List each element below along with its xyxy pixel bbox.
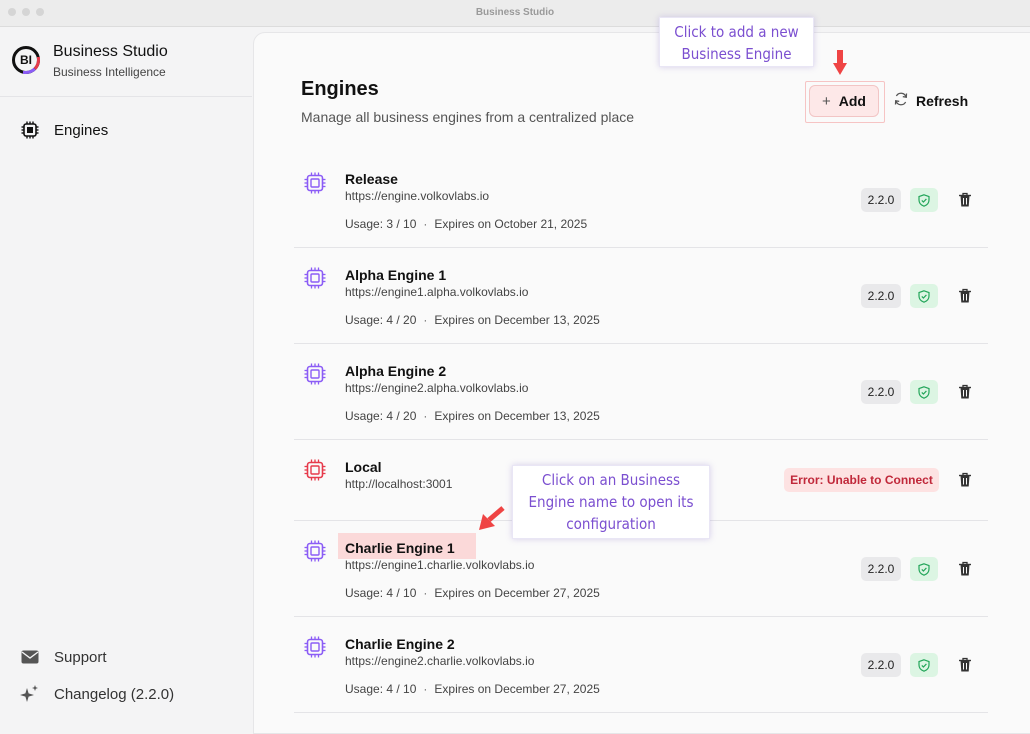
- expiry-text: Expires on December 13, 2025: [434, 313, 600, 327]
- sidebar-divider: [0, 96, 252, 97]
- usage-text: Usage: 4 / 20: [345, 313, 417, 327]
- page-subtitle: Manage all business engines from a centr…: [301, 109, 635, 125]
- usage-text: Usage: 3 / 10: [345, 217, 417, 231]
- sidebar-item-label: Changelog (2.2.0): [54, 685, 175, 703]
- version-badge: 2.2.0: [861, 653, 901, 677]
- usage-text: Usage: 4 / 20: [345, 409, 417, 423]
- sidebar-item-support[interactable]: Support: [20, 645, 107, 669]
- engine-name-link[interactable]: Alpha Engine 2: [345, 363, 446, 379]
- shield-check-icon: [918, 562, 930, 576]
- trash-icon[interactable]: [958, 472, 972, 488]
- refresh-icon: [894, 92, 908, 110]
- expiry-text: Expires on December 27, 2025: [434, 682, 600, 696]
- title-bar: Business Studio: [0, 0, 1030, 27]
- engine-url: https://engine1.alpha.volkovlabs.io: [345, 285, 529, 299]
- status-badge: [910, 557, 938, 581]
- chip-icon: [304, 172, 326, 194]
- engine-usage: Usage: 4 / 10 · Expires on December 27, 20…: [345, 682, 600, 696]
- version-badge: 2.2.0: [861, 557, 901, 581]
- status-badge: [910, 188, 938, 212]
- sidebar: BI Business Studio Business Intelligence…: [0, 27, 252, 724]
- engine-name-link[interactable]: Alpha Engine 1: [345, 267, 446, 283]
- engine-url: https://engine2.charlie.volkovlabs.io: [345, 654, 535, 668]
- brand-logo: BI: [12, 46, 40, 74]
- engine-name-callout: Click on an Business Engine name to open…: [512, 465, 710, 539]
- shield-check-icon: [918, 289, 930, 303]
- page-title: Engines: [301, 78, 379, 100]
- engine-usage: Usage: 4 / 10 · Expires on December 27, 20…: [345, 586, 600, 600]
- engine-url: https://engine.volkovlabs.io: [345, 189, 490, 203]
- expiry-text: Expires on October 21, 2025: [434, 217, 588, 231]
- sidebar-item-label: Engines: [54, 121, 109, 139]
- add-engine-callout: Click to add a new Business Engine: [659, 17, 814, 67]
- engine-url: https://engine1.charlie.volkovlabs.io: [345, 558, 535, 572]
- brand-subtitle: Business Intelligence: [53, 65, 166, 79]
- chip-icon: [304, 459, 326, 481]
- brand-name: Business Studio: [53, 43, 168, 60]
- engine-card: Alpha Engine 2 https://engine2.alpha.vol…: [294, 343, 988, 440]
- version-badge: 2.2.0: [861, 188, 901, 212]
- chip-icon: [304, 363, 326, 385]
- plus-icon: +: [822, 92, 831, 110]
- version-badge: 2.2.0: [861, 284, 901, 308]
- callout-line: Click to add a new: [674, 23, 799, 41]
- trash-icon[interactable]: [958, 561, 972, 577]
- expiry-text: Expires on December 13, 2025: [434, 409, 600, 423]
- refresh-button-label: Refresh: [916, 93, 969, 109]
- callout-line: Click on an Business: [541, 471, 681, 489]
- shield-check-icon: [918, 385, 930, 399]
- add-button-label: Add: [838, 93, 866, 109]
- shield-check-icon: [918, 193, 930, 207]
- chip-icon: [304, 540, 326, 562]
- usage-text: Usage: 4 / 10: [345, 682, 417, 696]
- engine-name-link[interactable]: Release: [345, 171, 398, 187]
- arrow-down-icon: [833, 50, 847, 75]
- trash-icon[interactable]: [958, 288, 972, 304]
- expiry-text: Expires on December 27, 2025: [434, 586, 600, 600]
- engine-url: http://localhost:3001: [345, 477, 453, 491]
- callout-line: Engine name to open its: [528, 493, 694, 511]
- engine-card: Release https://engine.volkovlabs.io Usa…: [294, 139, 988, 248]
- sidebar-item-changelog[interactable]: Changelog (2.2.0): [20, 682, 174, 706]
- window-title: Business Studio: [475, 7, 555, 18]
- engine-card: Charlie Engine 2 https://engine2.charlie…: [294, 616, 988, 713]
- chip-icon: [304, 267, 326, 289]
- error-badge: Error: Unable to Connect: [784, 468, 939, 492]
- engine-url: https://engine2.alpha.volkovlabs.io: [345, 381, 529, 395]
- engine-card: Alpha Engine 1 https://engine1.alpha.vol…: [294, 247, 988, 344]
- shield-check-icon: [918, 658, 930, 672]
- mail-icon: [20, 647, 40, 667]
- main-panel: Engines Manage all business engines from…: [253, 32, 1030, 734]
- arrow-down-left-icon: [479, 506, 505, 530]
- sidebar-item-engines[interactable]: Engines: [20, 118, 108, 142]
- engine-name-link[interactable]: Local: [345, 459, 382, 475]
- trash-icon[interactable]: [958, 657, 972, 673]
- chip-icon: [304, 636, 326, 658]
- engine-usage: Usage: 4 / 20 · Expires on December 13, 20…: [345, 313, 600, 327]
- engine-usage: Usage: 3 / 10 · Expires on October 21, 202…: [345, 217, 588, 231]
- engine-name-link[interactable]: Charlie Engine 2: [345, 636, 455, 652]
- add-engine-button[interactable]: + Add: [809, 85, 879, 117]
- callout-line: configuration: [566, 515, 656, 533]
- callout-line: Business Engine: [681, 45, 792, 63]
- sidebar-item-label: Support: [54, 648, 107, 666]
- trash-icon[interactable]: [958, 192, 972, 208]
- status-badge: [910, 653, 938, 677]
- refresh-button[interactable]: Refresh: [894, 85, 968, 117]
- chip-icon: [20, 120, 40, 140]
- engine-usage: Usage: 4 / 20 · Expires on December 13, 20…: [345, 409, 600, 423]
- usage-text: Usage: 4 / 10: [345, 586, 417, 600]
- status-badge: [910, 380, 938, 404]
- version-badge: 2.2.0: [861, 380, 901, 404]
- engine-name-link[interactable]: Charlie Engine 1: [345, 540, 455, 556]
- sparkles-icon: [20, 684, 40, 704]
- trash-icon[interactable]: [958, 384, 972, 400]
- status-badge: [910, 284, 938, 308]
